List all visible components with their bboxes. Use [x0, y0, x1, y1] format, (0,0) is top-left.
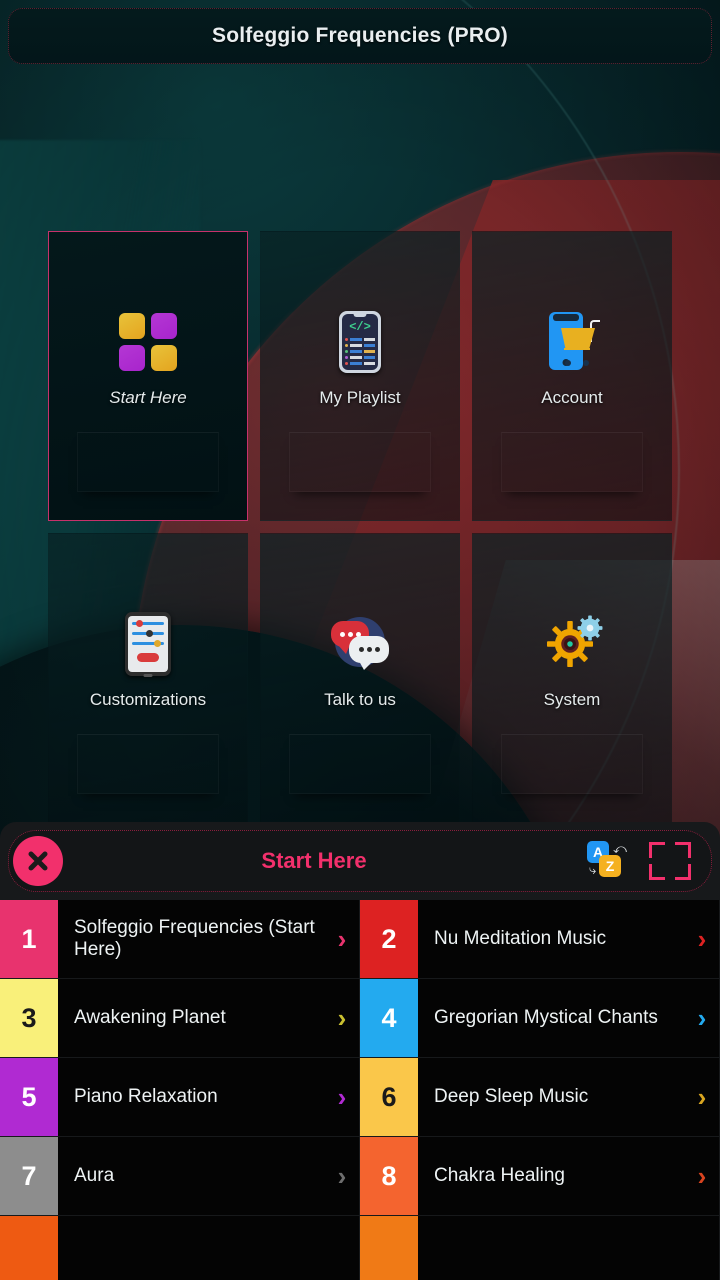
list-item[interactable]: 1 Solfeggio Frequencies (Start Here) ›	[0, 900, 360, 979]
track-label	[58, 1216, 325, 1280]
tile-shadow-plate	[289, 432, 431, 492]
phone-sliders-icon	[116, 612, 180, 677]
page-title: Solfeggio Frequencies (PRO)	[212, 24, 508, 47]
track-number-chip	[360, 1216, 418, 1280]
chevron-right-icon: ›	[697, 1002, 707, 1033]
chat-bubbles-icon	[328, 612, 392, 676]
track-label: Nu Meditation Music	[434, 927, 607, 949]
track-number-chip: 5	[0, 1058, 58, 1136]
list-item[interactable]: 3 Awakening Planet ›	[0, 979, 360, 1058]
chevron-right-icon: ›	[337, 1160, 347, 1191]
track-label: Awakening Planet	[74, 1006, 226, 1028]
table-row	[0, 1216, 720, 1280]
track-number-chip: 6	[360, 1058, 418, 1136]
phone-code-list-icon: </>	[328, 310, 392, 374]
track-label: Piano Relaxation	[74, 1085, 218, 1107]
track-label: Chakra Healing	[434, 1164, 565, 1186]
tile-shadow-plate	[501, 734, 643, 794]
grid-tile-label: System	[543, 690, 601, 709]
table-row: 5 Piano Relaxation › 6 Deep Sleep Music …	[0, 1058, 720, 1137]
chevron-right-icon: ›	[697, 923, 707, 954]
chevron-right-icon: ›	[697, 1081, 707, 1112]
grid-tile-account[interactable]: Account	[472, 231, 672, 521]
track-number-chip: 7	[0, 1137, 58, 1215]
chevron-right-icon: ›	[337, 923, 347, 954]
track-number-chip: 3	[0, 979, 58, 1057]
chevron-right-icon: ›	[337, 1081, 347, 1112]
list-item[interactable]	[0, 1216, 360, 1280]
list-item[interactable]: 4 Gregorian Mystical Chants ›	[360, 979, 720, 1058]
gears-icon	[540, 612, 604, 676]
grid-tile-label: My Playlist	[319, 388, 401, 407]
list-item[interactable]: 6 Deep Sleep Music ›	[360, 1058, 720, 1137]
window-title-bar: Solfeggio Frequencies (PRO)	[8, 8, 712, 64]
tile-shadow-plate	[77, 432, 219, 492]
home-icon-grid: Start Here </> My Playlist Account Custo…	[48, 231, 672, 823]
track-label: Deep Sleep Music	[434, 1085, 589, 1107]
grid-tile-start-here[interactable]: Start Here	[48, 231, 248, 521]
grid-tile-my-playlist[interactable]: </> My Playlist	[260, 231, 460, 521]
track-number-chip: 2	[360, 900, 418, 978]
track-label	[418, 1216, 685, 1280]
chevron-right-icon: ›	[697, 1160, 707, 1191]
grid-tile-talk-to-us[interactable]: Talk to us	[260, 533, 460, 823]
list-item[interactable]: 8 Chakra Healing ›	[360, 1137, 720, 1216]
sort-letter-z: Z	[599, 855, 621, 877]
sort-arrow-down-icon: ⤷	[589, 862, 597, 877]
chevron-right-icon: ›	[337, 1002, 347, 1033]
sort-arrow-up-icon: ⤺	[613, 841, 627, 856]
grid-four-squares-icon	[116, 310, 180, 374]
table-row: 3 Awakening Planet › 4 Gregorian Mystica…	[0, 979, 720, 1058]
grid-tile-label: Account	[541, 388, 603, 407]
grid-tile-system[interactable]: System	[472, 533, 672, 823]
track-label: Solfeggio Frequencies (Start Here)	[74, 916, 315, 960]
sheet-title: Start Here	[261, 848, 367, 873]
fullscreen-expand-icon[interactable]	[647, 839, 693, 883]
chevron-right-icon	[325, 1216, 359, 1280]
grid-tile-label: Customizations	[89, 690, 207, 709]
grid-tile-customizations[interactable]: Customizations	[48, 533, 248, 823]
sheet-header-actions: A Z ⤺ ⤷	[587, 839, 693, 883]
list-item[interactable]: 7 Aura ›	[0, 1137, 360, 1216]
list-item[interactable]: 5 Piano Relaxation ›	[0, 1058, 360, 1137]
track-number-chip: 1	[0, 900, 58, 978]
sheet-header: Start Here A Z ⤺ ⤷	[8, 830, 712, 892]
track-number-chip	[0, 1216, 58, 1280]
small-gear-icon	[577, 615, 603, 641]
bottom-sheet-panel: Start Here A Z ⤺ ⤷ 1 Solfeggio Frequenci…	[0, 822, 720, 1280]
chevron-right-icon	[685, 1216, 719, 1280]
track-number-chip: 8	[360, 1137, 418, 1215]
phone-shopping-cart-icon	[540, 310, 604, 374]
table-row: 7 Aura › 8 Chakra Healing ›	[0, 1137, 720, 1216]
grid-tile-label: Talk to us	[324, 690, 396, 709]
grid-tile-label: Start Here	[109, 388, 187, 407]
track-label: Gregorian Mystical Chants	[434, 1006, 658, 1028]
tile-shadow-plate	[77, 734, 219, 794]
tile-shadow-plate	[289, 734, 431, 794]
track-label: Aura	[74, 1164, 115, 1186]
list-item[interactable]: 2 Nu Meditation Music ›	[360, 900, 720, 979]
track-number-chip: 4	[360, 979, 418, 1057]
sort-alpha-az-icon[interactable]: A Z ⤺ ⤷	[587, 841, 633, 881]
track-list[interactable]: 1 Solfeggio Frequencies (Start Here) › 2…	[0, 900, 720, 1280]
tile-shadow-plate	[501, 432, 643, 492]
table-row: 1 Solfeggio Frequencies (Start Here) › 2…	[0, 900, 720, 979]
list-item[interactable]	[360, 1216, 720, 1280]
